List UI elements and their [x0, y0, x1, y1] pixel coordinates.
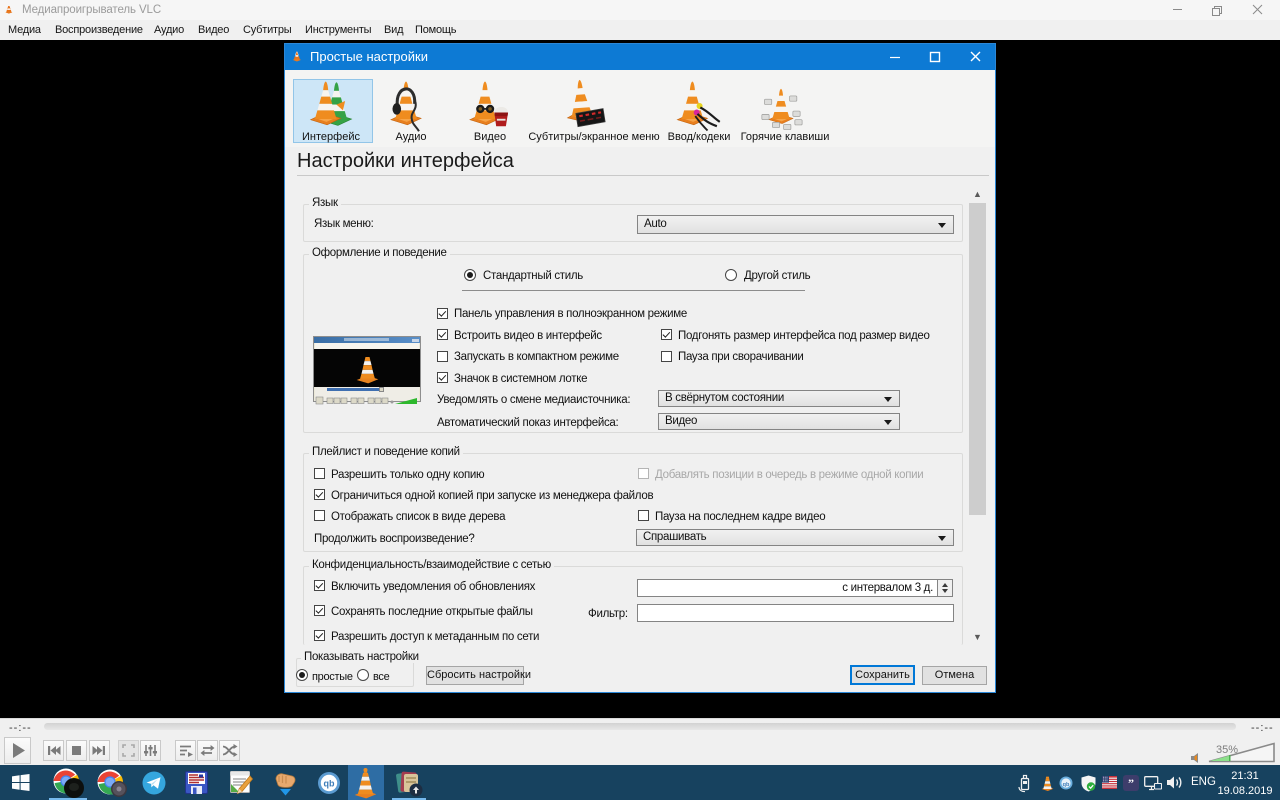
svg-text:qb: qb	[324, 779, 335, 789]
svg-text:”: ”	[1128, 776, 1134, 790]
svg-text:qb: qb	[1063, 782, 1070, 788]
